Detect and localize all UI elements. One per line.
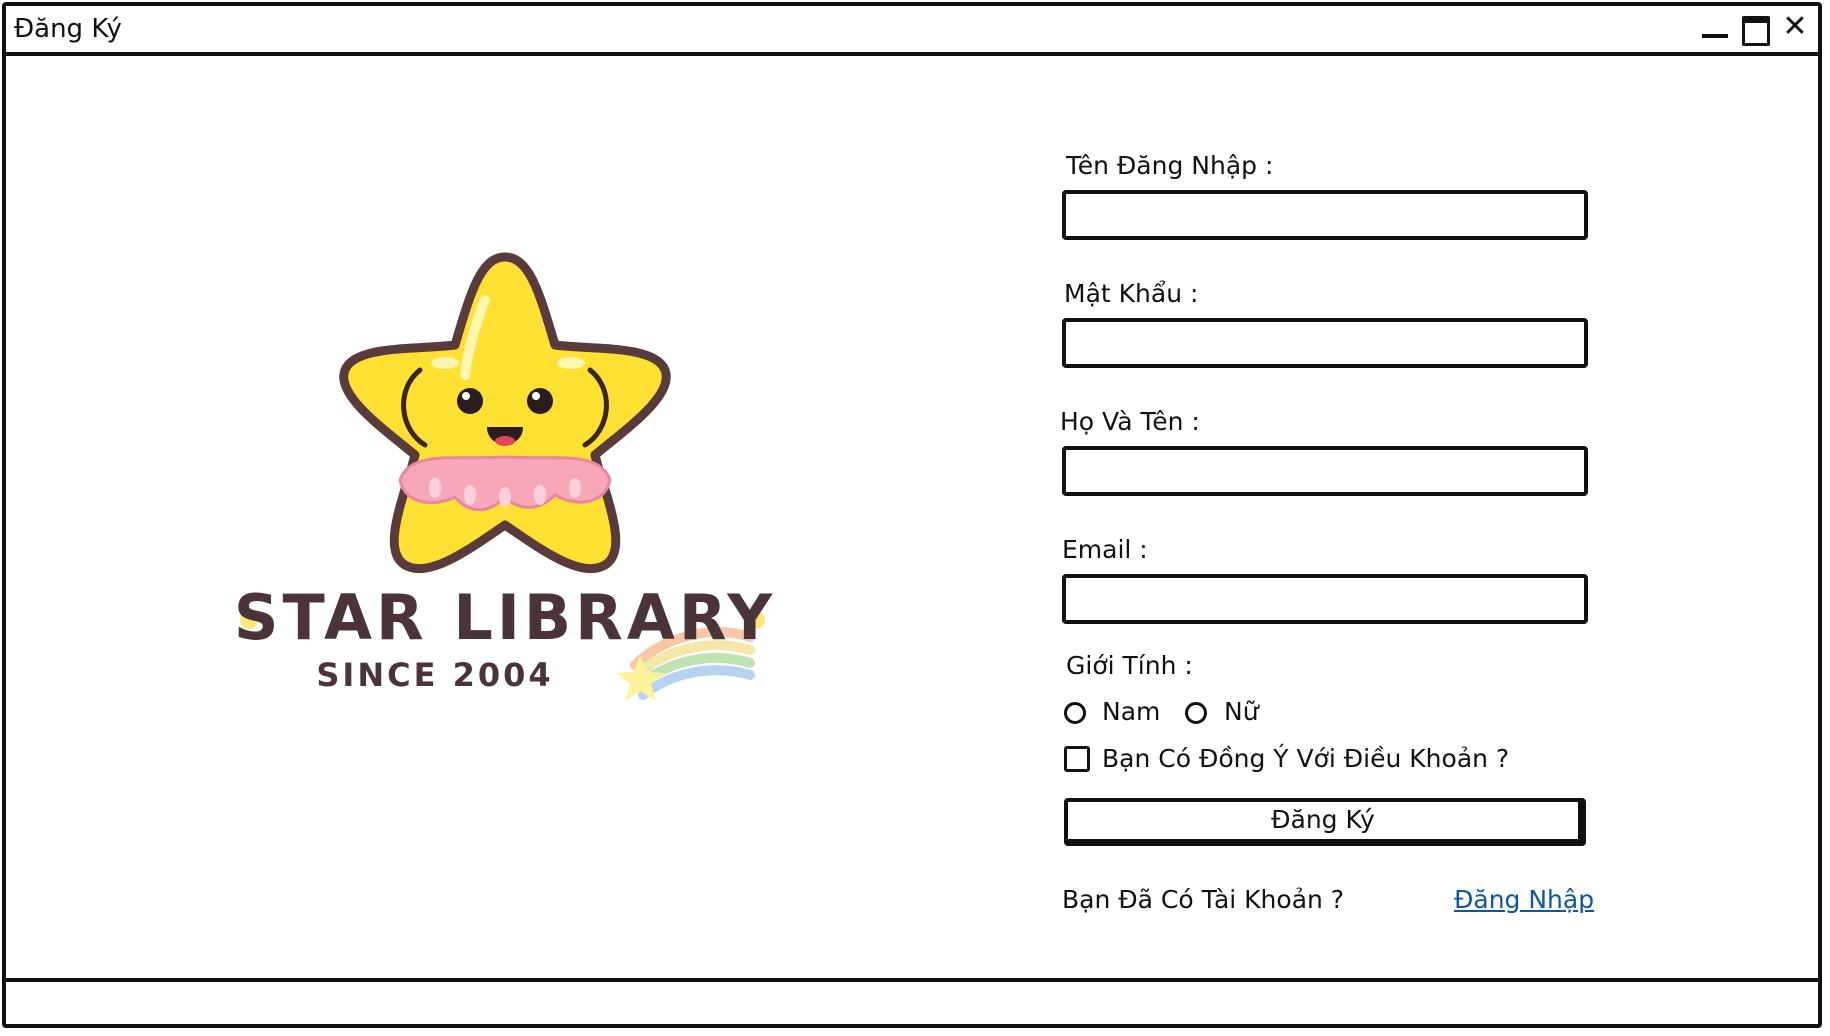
status-bar xyxy=(6,978,1818,1024)
email-input[interactable] xyxy=(1062,574,1588,624)
username-input[interactable] xyxy=(1062,190,1588,240)
password-input[interactable] xyxy=(1062,318,1588,368)
email-label: Email : xyxy=(1062,535,1148,564)
have-account-text: Bạn Đã Có Tài Khoản ? xyxy=(1062,885,1345,914)
terms-checkbox[interactable] xyxy=(1064,746,1090,772)
logo-subtitle: SINCE 2004 xyxy=(316,656,553,694)
minimize-icon[interactable] xyxy=(1700,12,1730,42)
password-label: Mật Khẩu : xyxy=(1064,279,1199,308)
login-link[interactable]: Đăng Nhập xyxy=(1454,884,1594,916)
fullname-label: Họ Và Tên : xyxy=(1060,407,1200,436)
fullname-input[interactable] xyxy=(1062,446,1588,496)
username-label: Tên Đăng Nhập : xyxy=(1066,151,1274,180)
star-mascot-body xyxy=(339,252,671,574)
maximize-icon[interactable] xyxy=(1740,12,1770,46)
gender-female-radio[interactable] xyxy=(1185,702,1207,724)
title-bar: Đăng Ký ✕ xyxy=(6,6,1818,56)
gender-label: Giới Tính : xyxy=(1066,651,1193,680)
register-button[interactable]: Đăng Ký xyxy=(1064,798,1586,846)
gender-male-label: Nam xyxy=(1102,697,1161,726)
gender-male-radio[interactable] xyxy=(1064,702,1086,724)
star-library-logo: STAR LIBRARY SINCE 2004 xyxy=(235,252,775,701)
window-controls: ✕ xyxy=(1700,12,1810,46)
close-icon[interactable]: ✕ xyxy=(1780,12,1810,42)
logo-title: STAR LIBRARY xyxy=(235,581,775,654)
terms-label: Bạn Có Đồng Ý Với Điều Khoản ? xyxy=(1102,744,1510,773)
gender-female-label: Nữ xyxy=(1224,697,1259,726)
window-title: Đăng Ký xyxy=(14,14,122,44)
